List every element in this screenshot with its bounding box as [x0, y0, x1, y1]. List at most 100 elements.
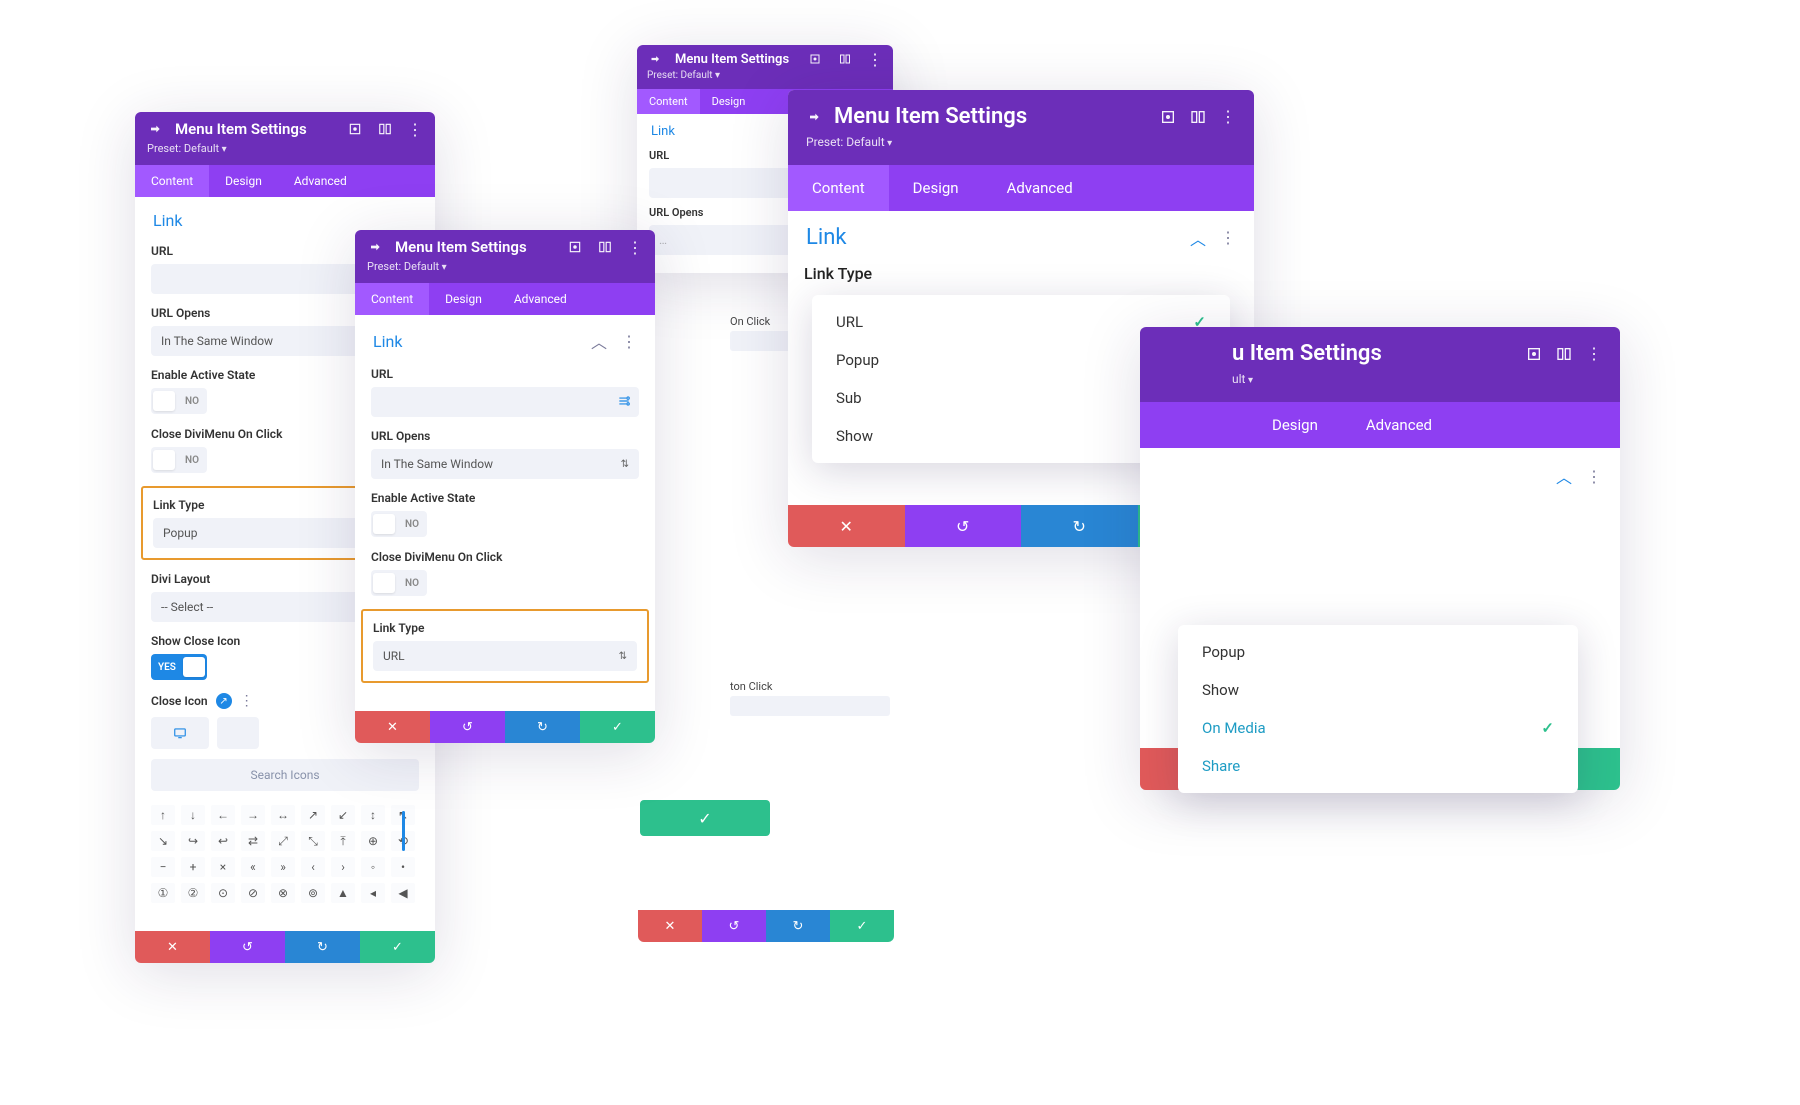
show-close-icon-toggle[interactable]: YES: [151, 654, 207, 680]
redo-button[interactable]: ↻: [766, 910, 830, 942]
icon-option[interactable]: −: [151, 857, 175, 877]
icon-option[interactable]: ↗: [301, 805, 325, 825]
icon-option[interactable]: ⊙: [211, 883, 235, 903]
icon-option[interactable]: ⤢: [271, 831, 295, 851]
tab-design[interactable]: Design: [429, 283, 498, 315]
expand-icon[interactable]: [347, 121, 363, 137]
scrollbar-thumb[interactable]: [402, 811, 405, 851]
icon-option[interactable]: »: [271, 857, 295, 877]
icon-option[interactable]: ◀: [391, 883, 415, 903]
icon-option[interactable]: ▲: [331, 883, 355, 903]
undo-button[interactable]: ↺: [702, 910, 766, 942]
preset-selector[interactable]: ult: [1158, 372, 1602, 386]
expand-icon[interactable]: [567, 239, 583, 255]
tab-advanced[interactable]: Advanced: [278, 165, 363, 197]
tab-content[interactable]: Content: [637, 89, 700, 114]
dropdown-option[interactable]: Share: [1178, 747, 1578, 785]
cancel-button[interactable]: ✕: [135, 931, 210, 963]
expand-icon[interactable]: [807, 51, 823, 67]
icon-option[interactable]: →: [241, 805, 265, 825]
icon-option[interactable]: ↓: [181, 805, 205, 825]
tab-design[interactable]: Design: [889, 165, 983, 211]
icon-preview[interactable]: [151, 717, 209, 749]
icon-option[interactable]: ↘: [151, 831, 175, 851]
close-icon-kebab[interactable]: ⋮: [240, 693, 254, 709]
enable-active-state-toggle[interactable]: NO: [151, 388, 207, 414]
redo-button[interactable]: ↻: [285, 931, 360, 963]
url-opens-select[interactable]: In The Same Window: [371, 449, 639, 479]
responsive-icon[interactable]: ↗: [216, 693, 232, 709]
icon-alt-preview[interactable]: [217, 717, 259, 749]
back-icon[interactable]: [147, 121, 163, 137]
chevron-up-icon[interactable]: ︿: [591, 329, 607, 353]
undo-button[interactable]: ↺: [430, 711, 505, 743]
icon-option[interactable]: ↔: [271, 805, 295, 825]
icon-option[interactable]: ①: [151, 883, 175, 903]
back-icon[interactable]: [647, 51, 663, 67]
tab-content[interactable]: Content: [788, 165, 889, 211]
tab-design[interactable]: Design: [1248, 402, 1342, 448]
icon-option[interactable]: ‹: [301, 857, 325, 877]
tab-content[interactable]: Content: [135, 165, 209, 197]
dropdown-option[interactable]: On Media✓: [1178, 709, 1578, 747]
kebab-icon[interactable]: ⋮: [627, 239, 643, 255]
tab-content[interactable]: Content: [355, 283, 429, 315]
columns-icon[interactable]: [1556, 346, 1572, 362]
kebab-icon[interactable]: ⋮: [1220, 109, 1236, 125]
icon-option[interactable]: «: [241, 857, 265, 877]
save-button[interactable]: ✓: [580, 711, 655, 743]
tab-design[interactable]: Design: [700, 89, 758, 114]
chevron-up-icon[interactable]: ︿: [1190, 226, 1206, 250]
expand-icon[interactable]: [1160, 109, 1176, 125]
section-kebab-icon[interactable]: ⋮: [1586, 467, 1602, 486]
icon-option[interactable]: ⊗: [271, 883, 295, 903]
section-kebab-icon[interactable]: ⋮: [1220, 228, 1236, 247]
url-input[interactable]: [371, 387, 639, 417]
columns-icon[interactable]: [837, 51, 853, 67]
tab-advanced[interactable]: Advanced: [498, 283, 583, 315]
cancel-button[interactable]: ✕: [355, 711, 430, 743]
save-button[interactable]: ✓: [360, 931, 435, 963]
columns-icon[interactable]: [377, 121, 393, 137]
icon-grid[interactable]: ↑↓←→↔↗↙↕↖↘↪↩⇄⤢⤡⤒⊕⟲−+×«»‹›◦•①②⊙⊘⊗⊚▲◂◀: [151, 805, 419, 903]
icon-option[interactable]: ⊕: [361, 831, 385, 851]
icon-option[interactable]: ›: [331, 857, 355, 877]
icon-option[interactable]: ↙: [331, 805, 355, 825]
redo-button[interactable]: ↻: [1021, 505, 1138, 547]
link-type-select[interactable]: URL: [373, 641, 637, 671]
icon-option[interactable]: ◂: [361, 883, 385, 903]
icon-option[interactable]: ×: [211, 857, 235, 877]
preset-selector[interactable]: Preset: Default: [647, 70, 883, 81]
save-button[interactable]: ✓: [830, 910, 894, 942]
icon-option[interactable]: ↑: [151, 805, 175, 825]
kebab-icon[interactable]: ⋮: [867, 51, 883, 67]
icon-option[interactable]: ⇄: [241, 831, 265, 851]
icon-option[interactable]: ◦: [361, 857, 385, 877]
close-divimenu-toggle[interactable]: NO: [371, 570, 427, 596]
dropdown-option[interactable]: Show: [1178, 671, 1578, 709]
tab-design[interactable]: Design: [209, 165, 278, 197]
chevron-up-icon[interactable]: ︿: [1556, 464, 1572, 488]
undo-button[interactable]: ↺: [905, 505, 1022, 547]
icon-option[interactable]: ⤡: [301, 831, 325, 851]
icon-option[interactable]: ⊘: [241, 883, 265, 903]
expand-icon[interactable]: [1526, 346, 1542, 362]
icon-option[interactable]: ⊚: [301, 883, 325, 903]
dropdown-option[interactable]: Popup: [1178, 633, 1578, 671]
tab-advanced[interactable]: Advanced: [1342, 402, 1456, 448]
preset-selector[interactable]: Preset: Default: [367, 260, 643, 273]
cancel-button[interactable]: ✕: [638, 910, 702, 942]
dynamic-content-icon[interactable]: [617, 394, 631, 411]
undo-button[interactable]: ↺: [210, 931, 285, 963]
preset-selector[interactable]: Preset: Default: [147, 142, 423, 155]
preset-selector[interactable]: Preset: Default: [806, 135, 1236, 149]
save-button[interactable]: ✓: [640, 800, 770, 836]
enable-active-state-toggle[interactable]: NO: [371, 511, 427, 537]
columns-icon[interactable]: [1190, 109, 1206, 125]
kebab-icon[interactable]: ⋮: [407, 121, 423, 137]
redo-button[interactable]: ↻: [505, 711, 580, 743]
tab-advanced[interactable]: Advanced: [983, 165, 1097, 211]
kebab-icon[interactable]: ⋮: [1586, 346, 1602, 362]
columns-icon[interactable]: [597, 239, 613, 255]
search-icons-input[interactable]: Search Icons: [151, 759, 419, 791]
